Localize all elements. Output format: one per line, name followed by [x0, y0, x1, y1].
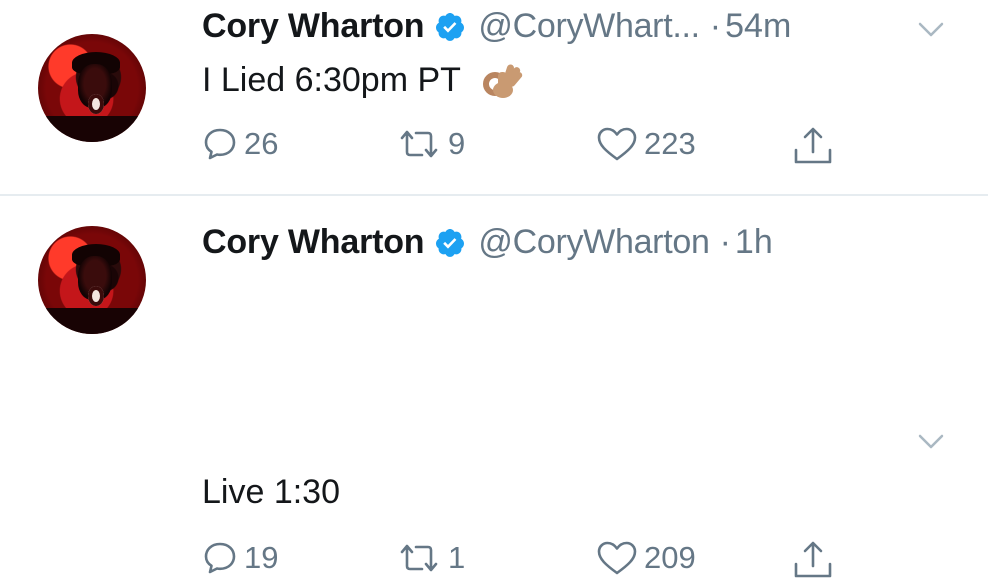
separator-dot: · — [709, 7, 722, 45]
reply-icon — [202, 540, 238, 576]
share-icon — [792, 126, 834, 166]
retweet-icon — [396, 540, 442, 576]
display-name[interactable]: Cory Wharton — [202, 223, 425, 262]
separator-dot: · — [719, 223, 731, 261]
share-button[interactable] — [792, 126, 834, 166]
tweet-header: Cory Wharton @CoryWhart... · 54m — [202, 7, 791, 46]
verified-badge-icon — [434, 227, 466, 259]
like-icon — [596, 540, 638, 576]
reply-count: 26 — [244, 126, 279, 161]
like-button[interactable]: 223 — [596, 126, 696, 162]
avatar[interactable] — [38, 34, 146, 142]
like-icon — [596, 126, 638, 162]
timestamp[interactable]: 54m — [725, 7, 791, 46]
reply-button[interactable]: 19 — [202, 540, 278, 576]
share-button[interactable] — [792, 540, 834, 580]
retweet-button[interactable]: 9 — [396, 126, 465, 162]
tweet-text-content: Live 1:30 — [202, 473, 340, 511]
tweet-text-content: I Lied 6:30pm PT — [202, 60, 461, 99]
chevron-down-icon[interactable] — [918, 434, 944, 450]
share-icon — [792, 540, 834, 580]
handle[interactable]: @CoryWharton — [478, 223, 710, 262]
retweet-button[interactable]: 1 — [396, 540, 465, 576]
reply-button[interactable]: 26 — [202, 126, 278, 162]
retweet-count: 1 — [448, 540, 466, 575]
retweet-icon — [396, 126, 442, 162]
tweet-text: I Lied 6:30pm PT — [202, 58, 525, 102]
chevron-down-icon[interactable] — [918, 22, 944, 38]
avatar[interactable] — [38, 226, 146, 334]
like-count: 223 — [644, 126, 696, 161]
retweet-count: 9 — [448, 126, 466, 161]
tweet[interactable]: Cory Wharton @CoryWhart... · 54m I Lied … — [0, 0, 988, 194]
like-count: 209 — [644, 540, 696, 575]
like-button[interactable]: 209 — [596, 540, 696, 576]
verified-badge-icon — [434, 11, 466, 43]
display-name[interactable]: Cory Wharton — [202, 7, 425, 46]
tweet-header: Cory Wharton @CoryWharton · 1h — [202, 223, 773, 262]
reply-icon — [202, 126, 238, 162]
ok-hand-emoji-icon — [481, 58, 525, 102]
reply-count: 19 — [244, 540, 279, 575]
handle[interactable]: @CoryWhart... — [478, 7, 700, 46]
tweet-text: Live 1:30 — [202, 473, 340, 512]
timestamp[interactable]: 1h — [735, 223, 773, 262]
